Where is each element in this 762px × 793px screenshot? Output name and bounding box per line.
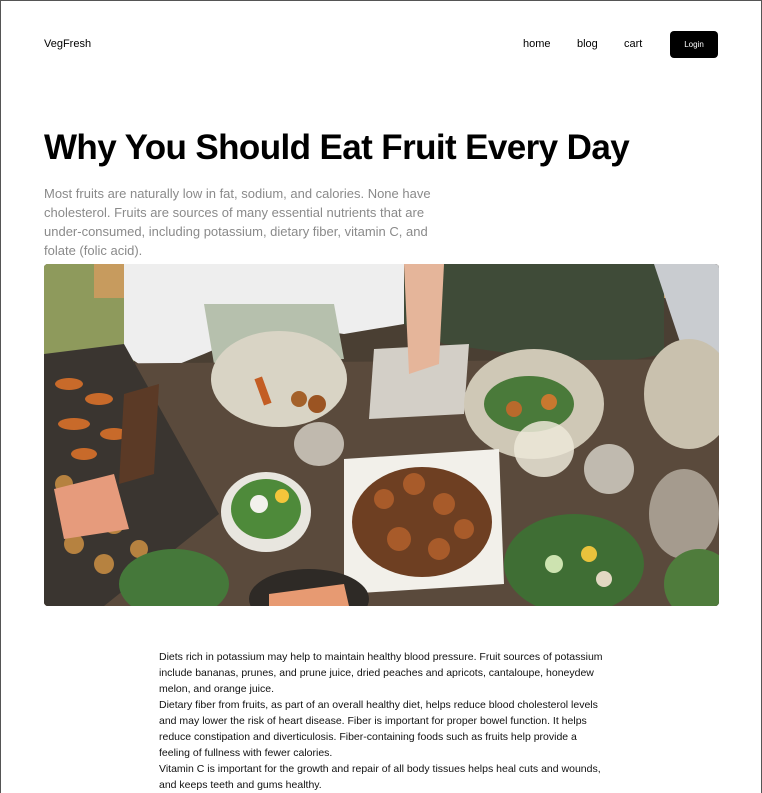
paragraph-fiber: Dietary fiber from fruits, as part of an… [159, 699, 598, 759]
paragraph-vitamin-c: Vitamin C is important for the growth an… [159, 763, 601, 791]
article-body: Diets rich in potassium may help to main… [159, 649, 605, 793]
article-title: Why You Should Eat Fruit Every Day [44, 128, 630, 167]
nav-home-link[interactable]: home [523, 38, 551, 50]
hero-photo-illustration [44, 264, 719, 606]
nav-blog-link[interactable]: blog [577, 38, 598, 50]
paragraph-potassium: Diets rich in potassium may help to main… [159, 651, 603, 695]
page-frame: VegFresh home blog cart Login Why You Sh… [0, 0, 762, 793]
brand-logo[interactable]: VegFresh [44, 38, 91, 50]
login-button[interactable]: Login [670, 31, 718, 58]
article-intro: Most fruits are naturally low in fat, so… [44, 186, 431, 258]
nav-cart-link[interactable]: cart [624, 38, 642, 50]
hero-image [44, 264, 719, 606]
